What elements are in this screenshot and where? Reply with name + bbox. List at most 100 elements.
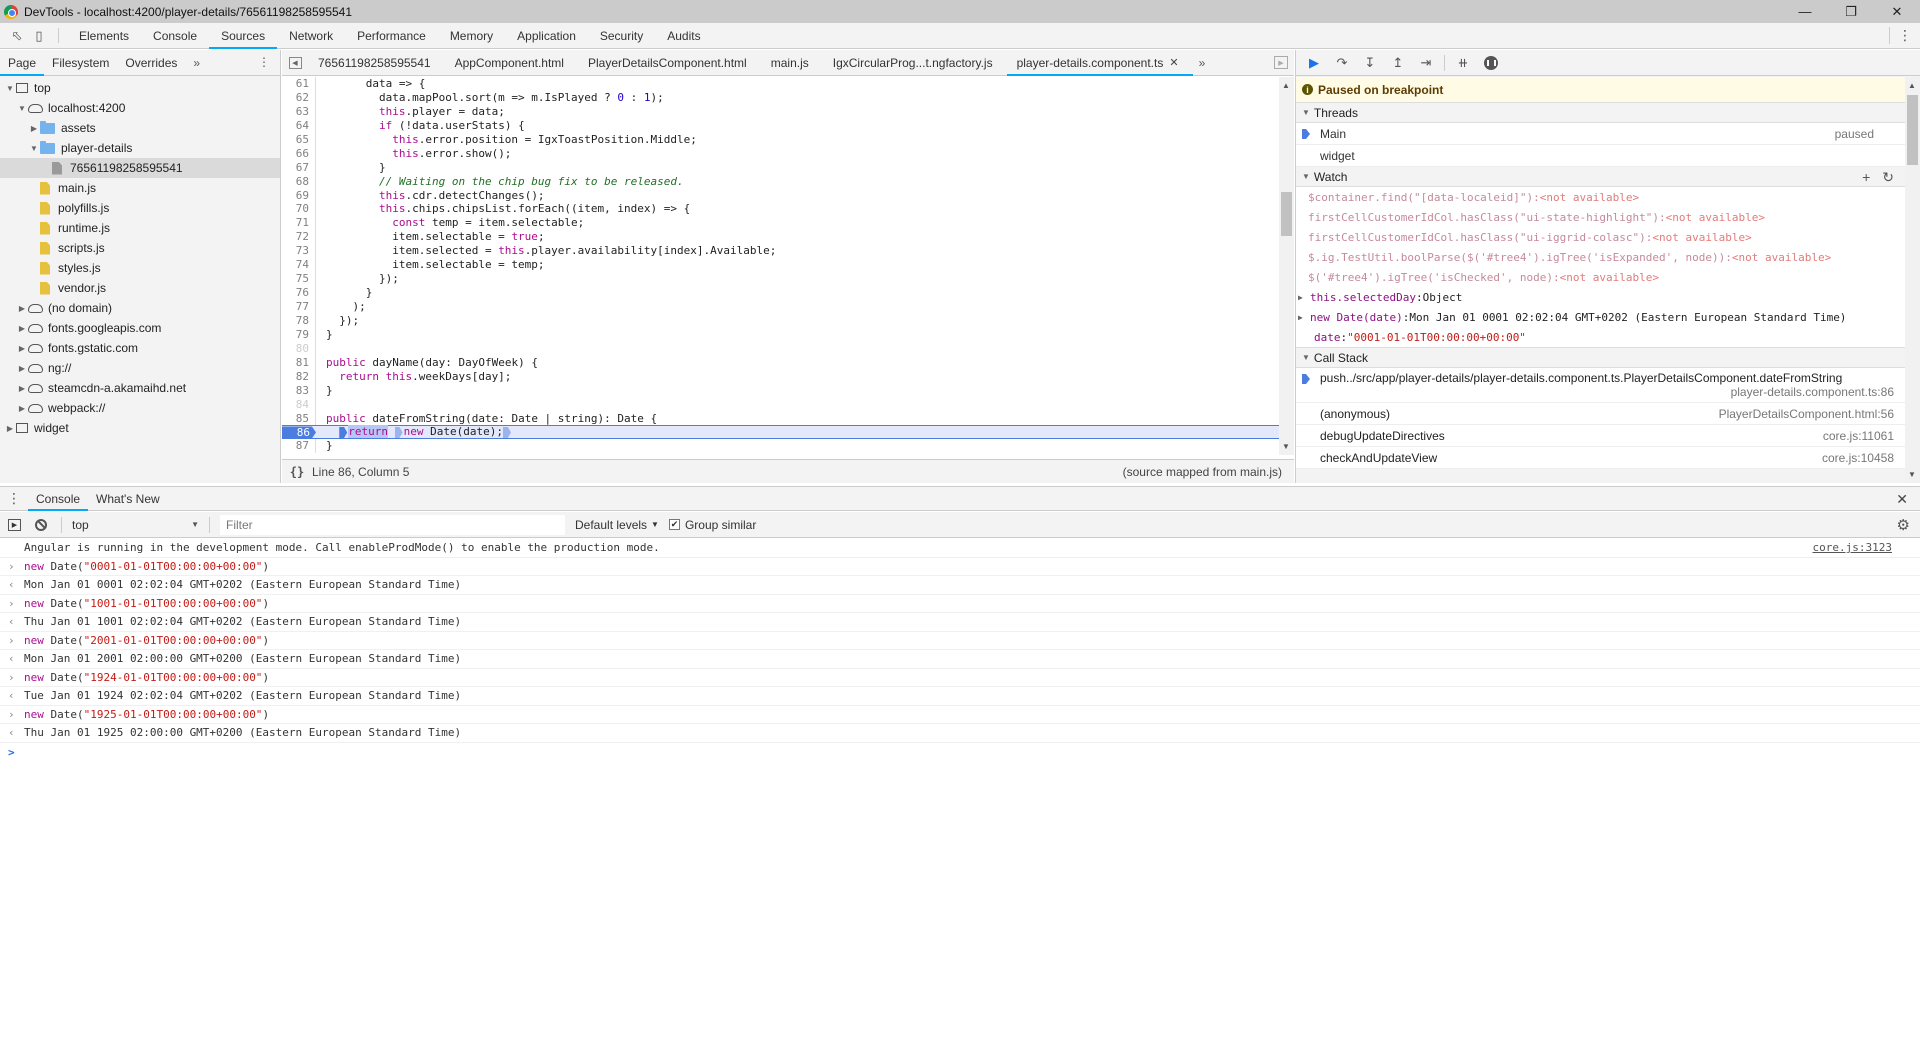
clear-console-icon[interactable] — [35, 518, 47, 531]
close-window-button[interactable]: ✕ — [1874, 0, 1920, 23]
console-prompt[interactable]: > — [0, 743, 1920, 763]
line-number[interactable]: 73 — [282, 244, 316, 259]
expanded-triangle-icon[interactable]: ▼ — [16, 104, 28, 113]
context-selector[interactable]: top ▼ — [68, 518, 203, 532]
line-number[interactable]: 83 — [282, 383, 316, 398]
collapsed-triangle-icon[interactable]: ▶ — [16, 344, 28, 353]
line-number[interactable]: 67 — [282, 160, 316, 175]
line-number[interactable]: 74 — [282, 258, 316, 273]
watch-item[interactable]: ▶ new Date(date): Mon Jan 01 0001 02:02:0… — [1296, 307, 1906, 327]
line-number[interactable]: 78 — [282, 313, 316, 328]
tree-item[interactable]: ▶ fonts.googleapis.com — [0, 318, 280, 338]
drawer-tab[interactable]: What's New — [88, 487, 168, 510]
tab-application[interactable]: Application — [505, 23, 588, 48]
call-frame-location[interactable]: core.js:11061 — [1823, 429, 1894, 443]
tree-item[interactable]: ▶ steamcdn-a.akamaihd.net — [0, 378, 280, 398]
console-source-link[interactable]: core.js:3123 — [1813, 541, 1892, 554]
line-number[interactable]: 80 — [282, 341, 316, 356]
line-number[interactable]: 68 — [282, 174, 316, 189]
pretty-print-button[interactable]: {} — [282, 465, 312, 479]
editor-tab[interactable]: 76561198258595541 — [308, 50, 445, 75]
navigator-tab-page[interactable]: Page — [0, 50, 45, 76]
watch-header[interactable]: ▼ Watch + ↻ — [1296, 167, 1906, 187]
inspect-element-icon[interactable]: ⬁ — [6, 23, 28, 48]
collapsed-triangle-icon[interactable]: ▶ — [4, 424, 16, 433]
console-settings-gear-icon[interactable]: ⚙ — [1897, 516, 1910, 534]
scroll-up-icon[interactable]: ▲ — [1908, 81, 1916, 90]
tree-item[interactable]: vendor.js — [0, 278, 280, 298]
line-number[interactable]: 69 — [282, 188, 316, 203]
tab-console[interactable]: Console — [141, 23, 209, 48]
watch-item[interactable]: firstCellCustomerIdCol.hasClass("ui-iggr… — [1296, 227, 1906, 247]
tree-item[interactable]: ▶ widget — [0, 418, 280, 438]
inline-breakpoint-icon[interactable] — [339, 426, 348, 438]
line-number[interactable]: 66 — [282, 146, 316, 161]
drawer-tab[interactable]: Console — [28, 487, 89, 511]
watch-item[interactable]: $.ig.TestUtil.boolParse($('#tree4').igTr… — [1296, 247, 1906, 267]
line-number[interactable]: 62 — [282, 90, 316, 105]
line-number[interactable]: 63 — [282, 104, 316, 119]
line-number[interactable]: 61 — [282, 77, 316, 91]
watch-item[interactable]: date: "0001-01-01T00:00:00+00:00" — [1296, 327, 1906, 347]
restore-button[interactable]: ❐ — [1828, 0, 1874, 23]
editor-tab[interactable]: IgxCircularProg...t.ngfactory.js — [823, 50, 1007, 75]
console-filter-input[interactable] — [220, 514, 565, 535]
line-number[interactable]: 76 — [282, 286, 316, 300]
threads-header[interactable]: ▼ Threads — [1296, 103, 1906, 123]
expanded-triangle-icon[interactable]: ▼ — [28, 144, 40, 153]
tree-item[interactable]: ▶ fonts.gstatic.com — [0, 338, 280, 358]
tree-item[interactable]: polyfills.js — [0, 198, 280, 218]
call-frame-location[interactable]: player-details.component.ts:86 — [1320, 385, 1894, 399]
line-number[interactable]: 86 — [282, 426, 316, 439]
expanded-triangle-icon[interactable]: ▼ — [4, 84, 16, 93]
editor-tab[interactable]: PlayerDetailsComponent.html — [578, 50, 761, 75]
navigator-tab-overrides[interactable]: Overrides — [117, 50, 185, 75]
pause-on-exceptions-button[interactable] — [1481, 53, 1501, 73]
resume-button[interactable]: ▶︎ — [1304, 53, 1324, 73]
group-similar-toggle[interactable]: ✔ Group similar — [668, 518, 756, 532]
inline-breakpoint-icon[interactable] — [502, 426, 511, 438]
line-number[interactable]: 81 — [282, 355, 316, 370]
customize-menu-icon[interactable]: ⋮ — [1889, 27, 1912, 44]
thread-item[interactable]: Main paused — [1296, 123, 1906, 145]
tab-security[interactable]: Security — [588, 23, 655, 48]
line-number[interactable]: 82 — [282, 369, 316, 384]
editor-tab[interactable]: player-details.component.ts ✕ — [1006, 50, 1193, 76]
call-frame[interactable]: checkAndUpdateView core.js:10458 — [1296, 447, 1906, 469]
expand-triangle-icon[interactable]: ▶ — [1298, 293, 1308, 302]
line-number[interactable]: 71 — [282, 216, 316, 231]
line-number[interactable]: 79 — [282, 327, 316, 342]
tree-item[interactable]: styles.js — [0, 258, 280, 278]
editor-tab[interactable]: main.js — [761, 50, 823, 75]
collapsed-triangle-icon[interactable]: ▶ — [28, 124, 40, 133]
step-button[interactable]: ⇥ — [1416, 53, 1436, 73]
navigator-menu-icon[interactable]: ⋮ — [258, 55, 270, 69]
line-number[interactable]: 64 — [282, 118, 316, 133]
tab-audits[interactable]: Audits — [655, 23, 712, 48]
tree-item[interactable]: 76561198258595541 — [0, 158, 280, 178]
watch-item[interactable]: firstCellCustomerIdCol.hasClass("ui-stat… — [1296, 207, 1906, 227]
step-into-button[interactable]: ↧ — [1360, 53, 1380, 73]
minimize-button[interactable]: — — [1782, 0, 1828, 23]
toggle-navigator-button[interactable]: ◀ — [282, 50, 308, 75]
expand-triangle-icon[interactable]: ▶ — [1298, 313, 1308, 322]
drawer-menu-icon[interactable]: ⋮ — [0, 487, 28, 510]
tree-item[interactable]: ▶ (no domain) — [0, 298, 280, 318]
tree-item[interactable]: scripts.js — [0, 238, 280, 258]
tree-item[interactable]: ▼ top — [0, 78, 280, 98]
tree-item[interactable]: ▼ localhost:4200 — [0, 98, 280, 118]
scroll-down-icon[interactable]: ▼ — [1282, 442, 1290, 451]
editor-tab[interactable]: AppComponent.html — [445, 50, 578, 75]
watch-item[interactable]: $container.find("[data-localeid]"): <not… — [1296, 187, 1906, 207]
step-over-button[interactable]: ↷ — [1332, 53, 1352, 73]
collapsed-triangle-icon[interactable]: ▶ — [16, 324, 28, 333]
tree-item[interactable]: runtime.js — [0, 218, 280, 238]
add-watch-button[interactable]: + — [1862, 169, 1870, 186]
inline-breakpoint-icon[interactable] — [394, 426, 403, 438]
call-frame[interactable]: (anonymous) PlayerDetailsComponent.html:5… — [1296, 403, 1906, 425]
line-number[interactable]: 75 — [282, 272, 316, 287]
call-frame[interactable]: push../src/app/player-details/player-det… — [1296, 368, 1906, 403]
tab-network[interactable]: Network — [277, 23, 345, 48]
collapsed-triangle-icon[interactable]: ▶ — [16, 304, 28, 313]
line-number[interactable]: 84 — [282, 397, 316, 412]
